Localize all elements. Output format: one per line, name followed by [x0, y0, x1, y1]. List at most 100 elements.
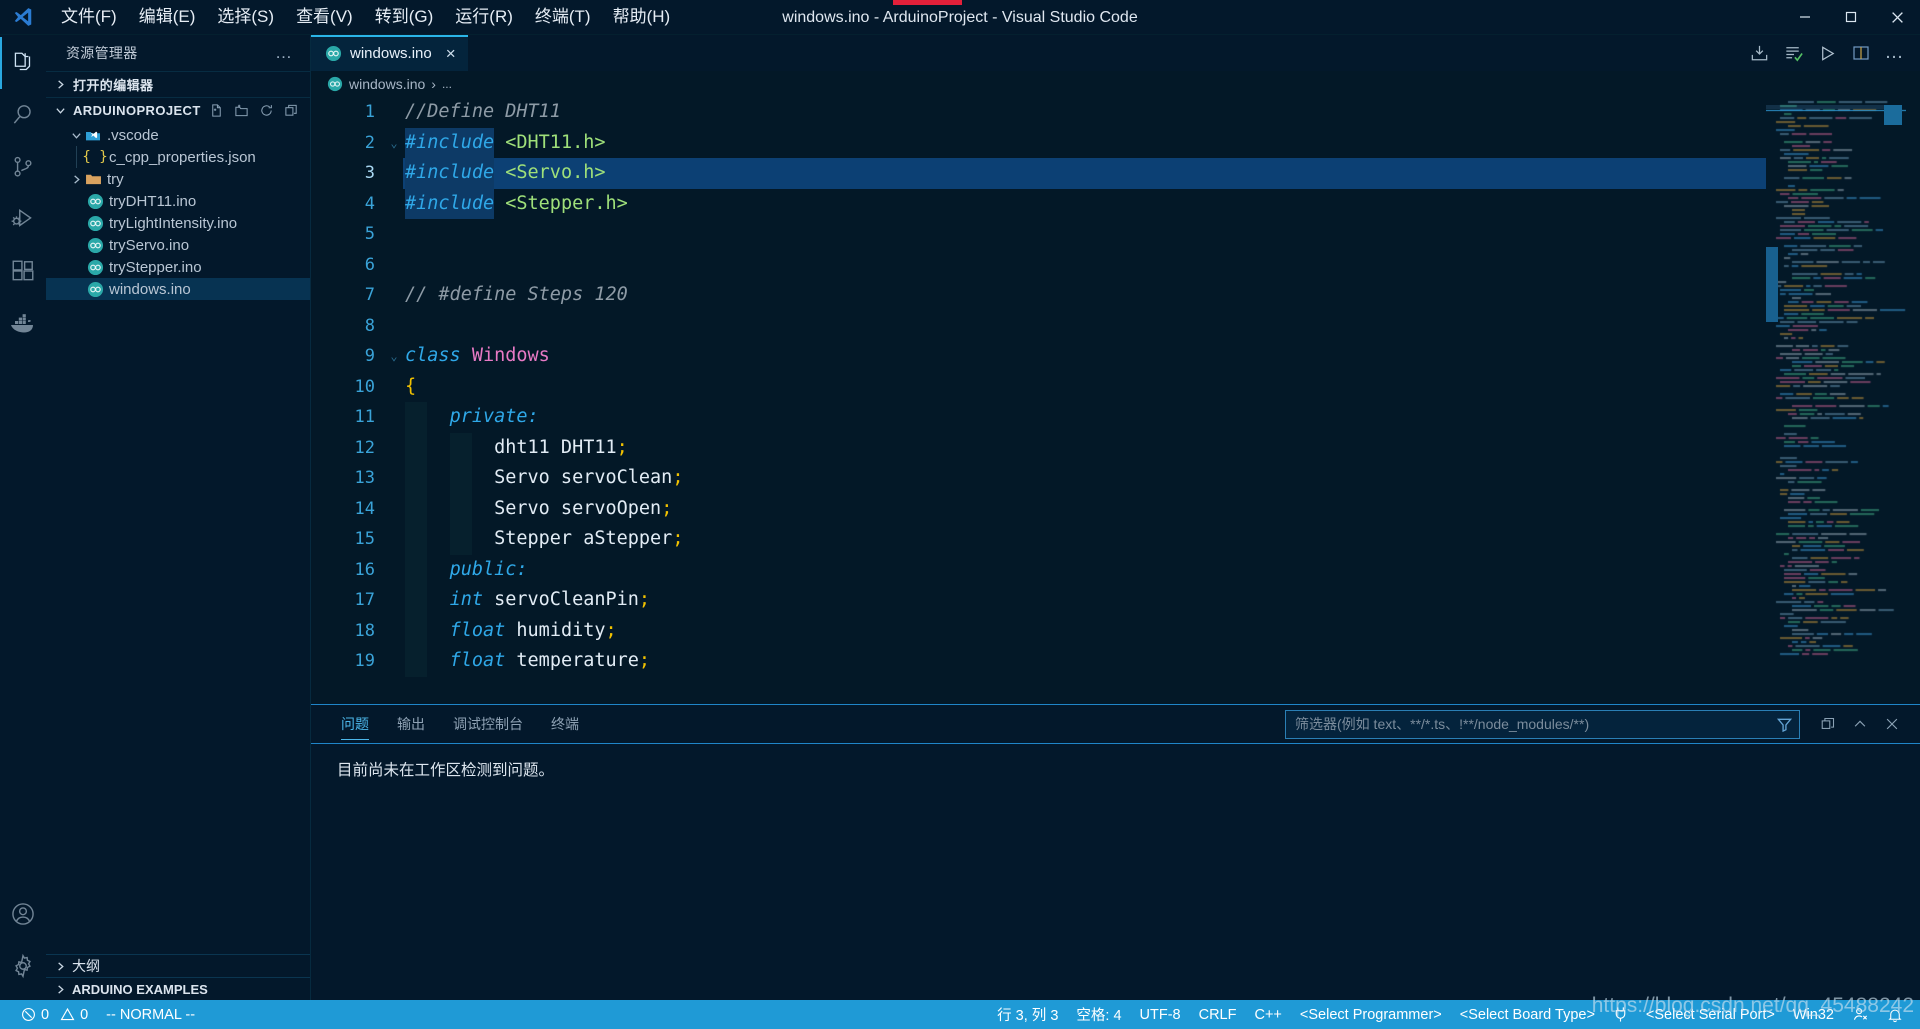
- editor-scrollbar[interactable]: [1906, 97, 1920, 704]
- activity-extensions[interactable]: [0, 245, 46, 297]
- refresh-icon[interactable]: [256, 100, 278, 122]
- status-language-mode[interactable]: C++: [1245, 1000, 1290, 1029]
- panel-tab-output[interactable]: 输出: [387, 710, 435, 739]
- menu-edit[interactable]: 编辑(E): [128, 3, 207, 31]
- code-line[interactable]: dht11 DHT11;: [403, 433, 1766, 464]
- code-line[interactable]: [403, 250, 1766, 281]
- fold-chevron-icon[interactable]: ⌄: [385, 128, 403, 159]
- status-select-board-type[interactable]: <Select Board Type>: [1451, 1000, 1604, 1029]
- minimap-viewport[interactable]: [1766, 247, 1778, 322]
- section-project[interactable]: ARDUINOPROJECT: [46, 97, 310, 123]
- close-icon[interactable]: ×: [446, 45, 456, 62]
- tree-item-try[interactable]: try: [46, 168, 310, 190]
- filter-icon[interactable]: [1776, 716, 1793, 733]
- code-editor[interactable]: 1 2 3 4 5 6 7 8 9 10 11 12 13 14 15 16 17 18 19 ⌄ ⌄ //Defin…: [311, 97, 1920, 704]
- line-number-gutter: 1 2 3 4 5 6 7 8 9 10 11 12 13 14 15 16 17 18 19: [311, 97, 385, 704]
- status-eol[interactable]: CRLF: [1190, 1000, 1246, 1029]
- chevron-down-icon[interactable]: [68, 127, 84, 143]
- activity-source-control[interactable]: [0, 141, 46, 193]
- json-icon: { }: [82, 149, 108, 165]
- tree-item-vscode[interactable]: .vscode: [46, 124, 310, 146]
- menu-go[interactable]: 转到(G): [364, 3, 445, 31]
- status-select-programmer[interactable]: <Select Programmer>: [1291, 1000, 1451, 1029]
- maximize-panel-icon[interactable]: [1814, 710, 1842, 738]
- more-actions-icon[interactable]: …: [1880, 38, 1910, 68]
- code-line[interactable]: class Windows: [403, 341, 1766, 372]
- activity-account[interactable]: [0, 888, 46, 940]
- code-lines[interactable]: //Define DHT11 #include <DHT11.h> #include…: [403, 97, 1766, 704]
- code-line[interactable]: // #define Steps 120: [403, 280, 1766, 311]
- arduino-verify-icon[interactable]: [1778, 38, 1808, 68]
- menu-help[interactable]: 帮助(H): [602, 3, 682, 31]
- split-editor-icon[interactable]: [1846, 38, 1876, 68]
- menu-terminal[interactable]: 终端(T): [524, 3, 602, 31]
- tree-item-tryLightIntensity-ino[interactable]: tryLightIntensity.ino: [46, 212, 310, 234]
- breadcrumb-file[interactable]: windows.ino: [349, 76, 425, 92]
- code-area[interactable]: 1 2 3 4 5 6 7 8 9 10 11 12 13 14 15 16 17 18 19 ⌄ ⌄ //Defin…: [311, 97, 1766, 704]
- code-line[interactable]: #include <Stepper.h>: [403, 189, 1766, 220]
- code-line[interactable]: [403, 219, 1766, 250]
- panel-tab-problems[interactable]: 问题: [331, 710, 379, 740]
- menu-file[interactable]: 文件(F): [50, 3, 128, 31]
- code-line[interactable]: [403, 311, 1766, 342]
- panel-tab-debug-console[interactable]: 调试控制台: [443, 710, 533, 739]
- new-folder-icon[interactable]: [231, 100, 253, 122]
- status-feedback-icon[interactable]: [1843, 1000, 1878, 1029]
- run-icon[interactable]: [1812, 38, 1842, 68]
- section-arduino-examples[interactable]: ARDUINO EXAMPLES: [46, 977, 310, 1000]
- activity-explorer[interactable]: [0, 37, 46, 89]
- code-line[interactable]: Servo servoClean;: [403, 463, 1766, 494]
- close-panel-icon[interactable]: [1878, 710, 1906, 738]
- menu-run[interactable]: 运行(R): [444, 3, 524, 31]
- collapse-all-icon[interactable]: [281, 100, 303, 122]
- code-line[interactable]: public:: [403, 555, 1766, 586]
- tree-item-tryDHT11-ino[interactable]: tryDHT11.ino: [46, 190, 310, 212]
- maximize-icon[interactable]: [1828, 0, 1874, 35]
- code-line[interactable]: Stepper aStepper;: [403, 524, 1766, 555]
- breadcrumb-rest[interactable]: ...: [442, 77, 452, 91]
- chevron-up-icon[interactable]: [1846, 710, 1874, 738]
- code-line[interactable]: int servoCleanPin;: [403, 585, 1766, 616]
- section-outline[interactable]: 大纲: [46, 954, 310, 977]
- status-indentation[interactable]: 空格: 4: [1067, 1000, 1130, 1029]
- activity-docker[interactable]: [0, 297, 46, 349]
- code-line[interactable]: #include <Servo.h>: [403, 158, 1766, 189]
- status-cursor-position[interactable]: 行 3, 列 3: [988, 1000, 1067, 1029]
- activity-settings[interactable]: [0, 940, 46, 992]
- tree-item-windows-ino[interactable]: windows.ino: [46, 278, 310, 300]
- filter-input[interactable]: [1295, 716, 1776, 732]
- activity-run-debug[interactable]: [0, 193, 46, 245]
- code-line[interactable]: private:: [403, 402, 1766, 433]
- code-line[interactable]: float temperature;: [403, 646, 1766, 677]
- status-platform[interactable]: Win32: [1784, 1000, 1843, 1029]
- tree-item-tryServo-ino[interactable]: tryServo.ino: [46, 234, 310, 256]
- code-line[interactable]: #include <DHT11.h>: [403, 128, 1766, 159]
- status-encoding[interactable]: UTF-8: [1131, 1000, 1190, 1029]
- chevron-right-icon[interactable]: [68, 171, 84, 187]
- fold-chevron-icon[interactable]: ⌄: [385, 341, 403, 372]
- panel-tab-terminal[interactable]: 终端: [541, 710, 589, 739]
- code-line[interactable]: {: [403, 372, 1766, 403]
- menu-view[interactable]: 查看(V): [285, 3, 364, 31]
- close-icon[interactable]: [1874, 0, 1920, 35]
- arduino-upload-icon[interactable]: [1744, 38, 1774, 68]
- folding-gutter[interactable]: ⌄ ⌄: [385, 97, 403, 704]
- new-file-icon[interactable]: [206, 100, 228, 122]
- minimap[interactable]: [1766, 97, 1906, 704]
- code-line[interactable]: //Define DHT11: [403, 97, 1766, 128]
- section-open-editors[interactable]: 打开的编辑器: [46, 71, 310, 97]
- code-line[interactable]: Servo servoOpen;: [403, 494, 1766, 525]
- activity-search[interactable]: [0, 89, 46, 141]
- code-line[interactable]: float humidity;: [403, 616, 1766, 647]
- problems-filter[interactable]: [1285, 709, 1800, 739]
- sidebar-more-icon[interactable]: …: [275, 43, 302, 63]
- status-problems[interactable]: 0 0: [12, 1000, 97, 1029]
- minimize-icon[interactable]: [1782, 0, 1828, 35]
- menu-selection[interactable]: 选择(S): [206, 3, 285, 31]
- status-notifications-bell-icon[interactable]: [1878, 1000, 1912, 1029]
- tree-item-tryStepper-ino[interactable]: tryStepper.ino: [46, 256, 310, 278]
- tab-windows-ino[interactable]: windows.ino ×: [311, 35, 469, 71]
- status-serial-plug-icon[interactable]: [1604, 1000, 1637, 1029]
- status-select-serial-port[interactable]: <Select Serial Port>: [1637, 1000, 1784, 1029]
- tree-item-c-cpp-properties-json[interactable]: { } c_cpp_properties.json: [46, 146, 310, 168]
